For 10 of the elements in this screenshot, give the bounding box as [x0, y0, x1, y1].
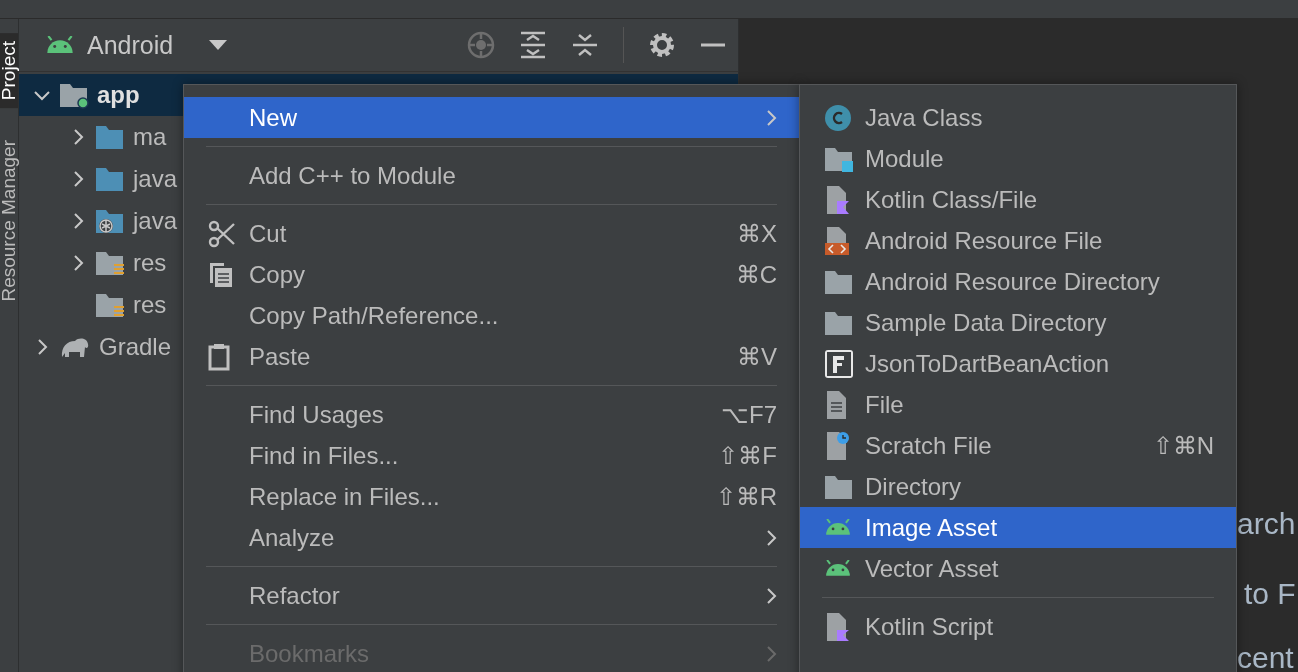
shortcut-label: ⌘V: [737, 342, 777, 371]
shortcut-label: ⇧⌘F: [718, 441, 777, 470]
shortcut-label: ⌥F7: [721, 400, 777, 429]
shortcut-label: ⇧⌘R: [715, 482, 777, 511]
editor-hint-text: to F: [1244, 577, 1296, 611]
editor-hint-text: arch: [1237, 507, 1296, 541]
shortcut-label: ⌘X: [737, 219, 777, 248]
shortcut-label: ⇧⌘N: [1152, 431, 1214, 460]
editor-hint-text: cent: [1237, 641, 1294, 672]
shortcut-label: ⌘C: [735, 260, 777, 289]
